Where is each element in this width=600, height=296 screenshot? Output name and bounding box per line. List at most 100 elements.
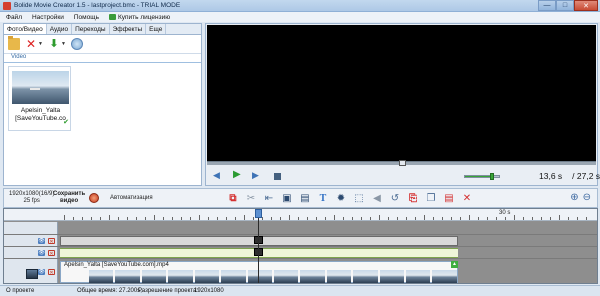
tab-effects[interactable]: Эффекты (110, 24, 147, 34)
zoom-out-icon[interactable]: ⊖ (583, 192, 591, 203)
ruler-tick (532, 217, 533, 220)
scissors-icon[interactable]: ✂ (246, 193, 256, 205)
ruler-tick (415, 217, 416, 220)
playhead-handle[interactable] (255, 209, 262, 218)
clip-end-marker[interactable]: ▲ (451, 261, 458, 268)
ruler-tick (136, 217, 137, 220)
seek-handle[interactable] (399, 160, 406, 166)
mute-icon[interactable]: ✕ (48, 268, 55, 276)
ruler-tick (496, 217, 497, 220)
transform-icon[interactable]: ⬚ (354, 193, 364, 205)
ruler-tick (181, 217, 182, 220)
tab-photo-video[interactable]: Фото/Видео (4, 24, 47, 34)
time-readout: 13,6 s / 27,2 s (539, 171, 600, 181)
ruler-tick (289, 215, 290, 220)
video-clip[interactable]: Apelsin_Yalta [SaveYouTube.com].mp4 (60, 261, 458, 283)
stop-icon[interactable] (274, 173, 281, 180)
ruler-tick (109, 215, 110, 220)
video-frame (115, 270, 140, 283)
filmstrip-icon[interactable]: ▤ (300, 193, 310, 205)
ruler-tick (541, 217, 542, 220)
mute-icon[interactable]: ✕ (48, 237, 55, 245)
volume-slider[interactable] (464, 173, 500, 180)
menu-help[interactable]: Помощь (74, 14, 99, 21)
eye-icon[interactable]: 👁 (38, 249, 45, 256)
arrow-left-icon[interactable]: ⇤ (264, 193, 274, 205)
play-icon[interactable]: ▶ (233, 169, 241, 180)
window-title: Bolide Movie Creator 1.5 - lastproject.b… (14, 2, 181, 9)
undo-icon[interactable]: ↺ (390, 193, 400, 205)
media-thumbnail (12, 71, 69, 104)
automation-button[interactable]: Автоматизация (110, 195, 153, 201)
maximize-button[interactable]: □ (556, 0, 574, 11)
menu-settings[interactable]: Настройки (32, 14, 64, 21)
eye-icon[interactable]: 👁 (38, 268, 45, 275)
ruler-tick (424, 215, 425, 220)
playback-controls: ◀ ▶ ▶ 13,6 s / 27,2 s (206, 167, 600, 185)
volume-handle[interactable] (490, 173, 495, 180)
chevron-down-icon[interactable]: ▼ (61, 41, 66, 47)
ruler-tick (226, 217, 227, 220)
ruler-label: 30 s (499, 210, 511, 216)
brightness-icon[interactable]: ✹ (336, 193, 346, 205)
playhead[interactable] (255, 209, 262, 283)
ruler-tick (361, 217, 362, 220)
ruler-tick (379, 215, 380, 220)
forward-icon[interactable]: ▶ (252, 170, 259, 181)
folder-open-icon[interactable] (8, 36, 20, 50)
save-video-button[interactable]: Сохранить видео (53, 191, 85, 205)
video-frame (168, 270, 193, 283)
video-frame (273, 270, 299, 283)
close-button[interactable]: ✕ (574, 0, 598, 11)
ruler-tick (433, 217, 434, 220)
ruler-tick (118, 217, 119, 220)
project-format[interactable]: 1920x1080(16/9) 25 fps (9, 191, 54, 205)
current-time: 13,6 s (539, 171, 563, 181)
timeline-track-audio: 👁 ✕ (4, 247, 597, 259)
menu-file[interactable]: Файл (6, 14, 22, 21)
split-icon[interactable]: ⧉ (228, 193, 238, 205)
ruler-tick (82, 217, 83, 220)
media-toolbar: ✕ ▼ ⬇ ▼ (4, 35, 201, 54)
redo-icon[interactable]: ⎘ (408, 193, 418, 205)
ruler-tick (154, 215, 155, 220)
record-button[interactable] (89, 193, 99, 203)
ruler-tick (388, 217, 389, 220)
media-item[interactable]: Apelsin_Yalta [SaveYouTube.co ✔ (8, 66, 71, 131)
ruler-tick (64, 215, 65, 220)
menu-buy-license[interactable]: Купить лицензию (108, 14, 170, 21)
minimize-button[interactable]: — (538, 0, 556, 11)
zoom-in-icon[interactable]: ⊕ (570, 192, 578, 203)
video-frame (247, 270, 272, 283)
text-icon[interactable]: T (318, 193, 328, 205)
zoom-controls: ⊕ ⊖ (570, 192, 591, 203)
tab-transitions[interactable]: Переходы (72, 24, 110, 34)
timeline: 30 s 👁 ✕ 👁 ✕ 👁 ✕ Apelsin_Yalta [SaveYouT… (3, 208, 598, 284)
tab-more[interactable]: Еще (146, 24, 167, 34)
mute-icon[interactable]: ✕ (48, 249, 55, 257)
ruler-tick (100, 217, 101, 220)
record-icon[interactable] (70, 38, 83, 50)
delete-icon[interactable]: ✕ (462, 193, 472, 205)
paste-icon[interactable]: ▤ (444, 193, 454, 205)
video-frame (326, 270, 352, 283)
crop-icon[interactable]: ▣ (282, 193, 292, 205)
tab-audio[interactable]: Аудио (47, 24, 73, 34)
eye-icon[interactable]: 👁 (38, 237, 45, 244)
volume-icon[interactable]: ◀ (372, 193, 382, 205)
ruler-tick (586, 217, 587, 220)
chevron-down-icon[interactable]: ▼ (38, 41, 43, 47)
timeline-ruler[interactable]: 30 s (4, 209, 597, 221)
save-video-label-1: Сохранить (53, 191, 86, 197)
delete-icon[interactable]: ✕ (25, 38, 37, 50)
ruler-tick (145, 217, 146, 220)
ruler-tick (235, 217, 236, 220)
menu-bar: Файл Настройки Помощь Купить лицензию (0, 12, 600, 22)
copy-icon[interactable]: ❐ (426, 193, 436, 205)
about-project[interactable]: О проекте (6, 288, 34, 294)
timeline-track-text: 👁 ✕ (4, 235, 597, 247)
resolution-label: 1920x1080(16/9) (9, 191, 55, 197)
preview-seek-bar[interactable] (207, 160, 596, 166)
download-icon[interactable]: ⬇ (48, 38, 60, 50)
rewind-icon[interactable]: ◀ (213, 170, 220, 181)
